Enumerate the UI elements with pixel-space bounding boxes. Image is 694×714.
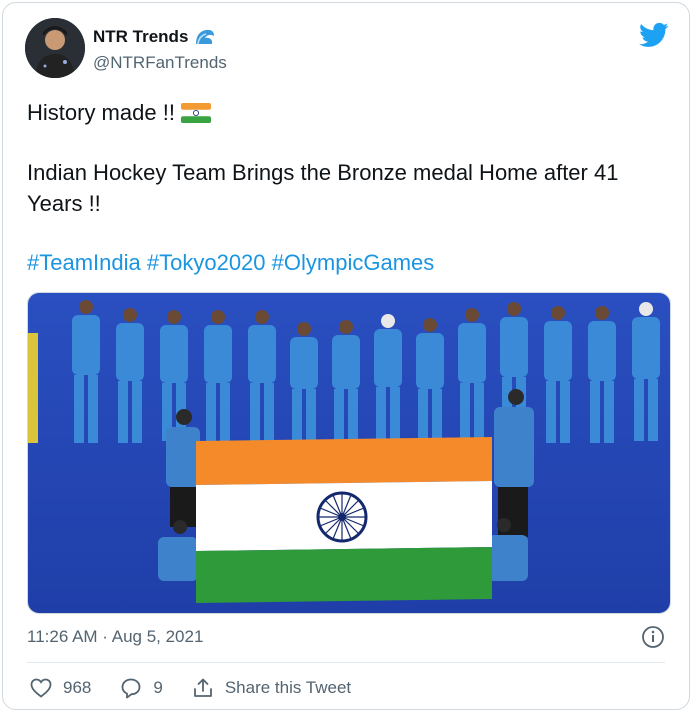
tweet-card: NTR Trends @NTRFanTrends History made !!… <box>2 2 690 710</box>
share-icon <box>193 678 212 697</box>
tweet-text-line2: Indian Hockey Team Brings the Bronze med… <box>27 160 619 216</box>
display-name[interactable]: NTR Trends <box>93 27 188 47</box>
hashtag-tokyo2020[interactable]: #Tokyo2020 <box>147 250 266 275</box>
tweet-line1: History made !! <box>27 100 175 125</box>
share-label: Share this Tweet <box>224 678 352 697</box>
wave-icon <box>196 29 215 45</box>
heart-icon <box>30 678 52 698</box>
like-button[interactable]: 968 <box>29 676 91 700</box>
user-handle[interactable]: @NTRFanTrends <box>93 53 227 73</box>
tweet-photo[interactable] <box>27 292 671 614</box>
india-flag-emoji-icon <box>180 103 211 123</box>
twitter-bird-icon[interactable] <box>639 20 669 50</box>
like-count: 968 <box>63 678 92 697</box>
info-icon[interactable] <box>641 625 665 649</box>
hashtag-teamindia[interactable]: #TeamIndia <box>27 250 141 275</box>
tweet-timestamp[interactable]: 11:26 AM · Aug 5, 2021 <box>27 627 203 647</box>
avatar-image <box>25 18 85 78</box>
india-flag-banner <box>196 437 492 603</box>
share-button[interactable]: Share this Tweet <box>191 676 351 700</box>
reply-bubble-icon <box>121 678 141 699</box>
reply-count: 9 <box>153 678 163 697</box>
divider <box>27 662 665 663</box>
reply-button[interactable]: 9 <box>119 676 163 700</box>
hashtag-list: #TeamIndia #Tokyo2020 #OlympicGames <box>27 247 434 278</box>
tweet-text-line1: History made !! <box>27 97 667 128</box>
user-name-row[interactable]: NTR Trends <box>93 27 216 47</box>
avatar[interactable] <box>25 18 85 78</box>
hashtag-olympicgames[interactable]: #OlympicGames <box>272 250 435 275</box>
tweet-actions: 968 9 Share this Tweet <box>29 676 379 700</box>
team-photo-image <box>28 293 670 613</box>
